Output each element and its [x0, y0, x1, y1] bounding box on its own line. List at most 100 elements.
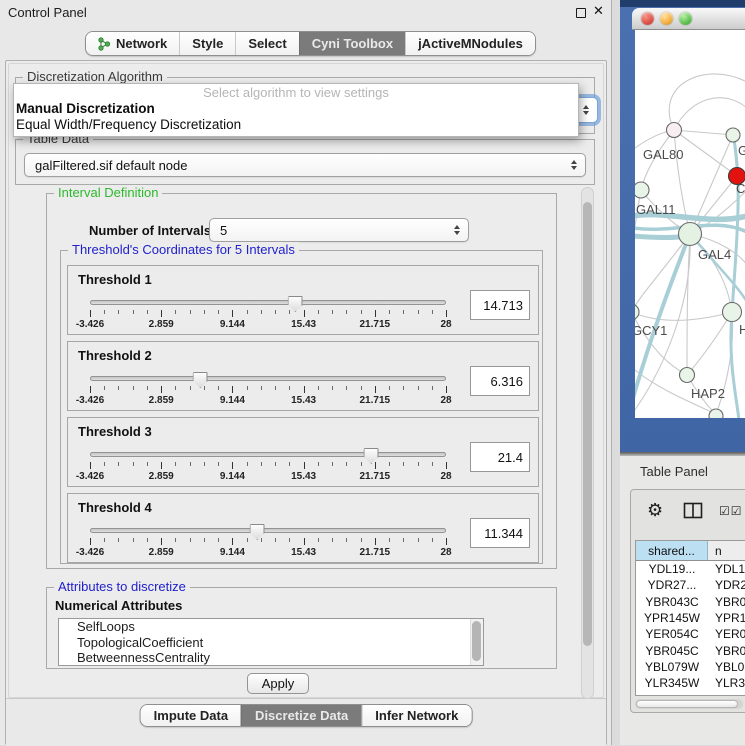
tab-cyni-toolbox[interactable]: Cyni Toolbox	[299, 32, 405, 55]
table-row[interactable]: YER054CYER0	[636, 626, 745, 642]
tab-network[interactable]: Network	[86, 32, 179, 55]
threshold-2-label: Threshold 2	[78, 348, 152, 363]
node-bottom-partial[interactable]	[709, 409, 723, 418]
table-row[interactable]: YLR345WYLR3	[636, 675, 745, 691]
cell[interactable]: YPR145W	[636, 610, 708, 626]
slider-tick-labels: -3.426 2.859 9.144 15.43 21.715 28	[90, 395, 446, 407]
node-gcy1[interactable]	[635, 304, 639, 320]
discretization-algorithm-label: Discretization Algorithm	[23, 69, 167, 84]
threshold-4-slider[interactable]: -3.426 2.859 9.144 15.43 21.715 28	[90, 522, 446, 562]
tab-jactivemnodules-label: jActiveMNodules	[418, 36, 523, 51]
cell[interactable]: YER0	[708, 626, 745, 642]
right-area: GAL80 G C GAL11 GAL4 GCY1 H HAP2 Table P…	[620, 0, 745, 745]
panel-scrollbar-thumb[interactable]	[583, 202, 592, 646]
tab-style-label: Style	[192, 36, 223, 51]
node-gal4[interactable]	[679, 223, 702, 246]
gear-icon[interactable]: ⚙	[647, 500, 663, 521]
table-row[interactable]: YBR045CYBR0	[636, 642, 745, 658]
cell[interactable]: YIL0	[708, 691, 745, 696]
tab-jactivemnodules[interactable]: jActiveMNodules	[405, 32, 535, 55]
thresholds-group-label: Threshold's Coordinates for 5 Intervals	[68, 242, 299, 257]
slider-track[interactable]	[90, 300, 446, 305]
threshold-1-box: Threshold 1 -3.426 2.859 9.144 15.43 21.…	[67, 265, 539, 335]
node-hap2[interactable]	[680, 368, 695, 383]
table-header-row: shared... n	[636, 541, 745, 561]
cell[interactable]: YBR043C	[636, 594, 708, 610]
cell[interactable]: YLR3	[708, 675, 745, 691]
threshold-4-label: Threshold 4	[78, 500, 152, 515]
cell[interactable]: YBR045C	[636, 642, 708, 658]
node-label-gal11: GAL11	[636, 202, 676, 217]
cell[interactable]: YER054C	[636, 626, 708, 642]
column-header-name[interactable]: n	[708, 541, 745, 560]
threshold-2-slider[interactable]: -3.426 2.859 9.144 15.43 21.715 28	[90, 370, 446, 410]
cell[interactable]: YIL052C	[636, 691, 708, 696]
table-row[interactable]: YPR145WYPR1	[636, 610, 745, 626]
close-traffic-light[interactable]	[641, 12, 654, 25]
cell[interactable]: YDR2	[708, 577, 745, 593]
threshold-1-value-field[interactable]	[470, 290, 530, 320]
float-window-icon[interactable]	[576, 8, 586, 18]
number-of-intervals-combobox[interactable]: 5	[209, 218, 469, 242]
slider-track[interactable]	[90, 376, 446, 381]
threshold-4-value-field[interactable]	[470, 518, 530, 548]
list-item-topologicalcoefficient[interactable]: TopologicalCoefficient	[59, 635, 483, 651]
threshold-3-slider[interactable]: -3.426 2.859 9.144 15.43 21.715 28	[90, 446, 446, 486]
minimize-traffic-light[interactable]	[660, 12, 673, 25]
panel-scrollbar[interactable]	[581, 187, 594, 699]
tab-infer-network[interactable]: Infer Network	[361, 705, 471, 726]
table-row[interactable]: YBL079WYBL0	[636, 659, 745, 675]
threshold-2-value-field[interactable]	[470, 366, 530, 396]
zoom-traffic-light[interactable]	[679, 12, 692, 25]
list-item-selfloops[interactable]: SelfLoops	[59, 619, 483, 635]
tab-discretize-data[interactable]: Discretize Data	[241, 705, 361, 726]
node-gal80[interactable]	[667, 123, 682, 138]
slider-track[interactable]	[90, 452, 446, 457]
tick-label: 9.144	[220, 395, 245, 406]
algorithm-option-equal-width[interactable]: Equal Width/Frequency Discretization	[14, 117, 578, 133]
cell[interactable]: YLR345W	[636, 675, 708, 691]
table-row[interactable]: YIL052CYIL0	[636, 691, 745, 696]
node-label-gal80: GAL80	[643, 147, 683, 162]
cell[interactable]: YDL1	[708, 561, 745, 577]
node-label-gal4: GAL4	[698, 247, 731, 262]
apply-button[interactable]: Apply	[247, 673, 309, 694]
node-gal11[interactable]	[635, 182, 649, 198]
table-row[interactable]: YDL19...YDL1	[636, 561, 745, 577]
table-horizontal-scrollbar-thumb[interactable]	[636, 700, 738, 708]
cell[interactable]: YPR1	[708, 610, 745, 626]
table-panel: Table Panel ⚙ ☑☑ shared... n YDL19...YDL…	[620, 456, 745, 745]
checkboxes-icon[interactable]: ☑☑	[719, 504, 743, 518]
list-scrollbar-thumb[interactable]	[472, 621, 481, 661]
table-row[interactable]: YDR27...YDR2	[636, 577, 745, 593]
slider-track[interactable]	[90, 528, 446, 533]
cell[interactable]: YDR27...	[636, 577, 708, 593]
cell[interactable]: YDL19...	[636, 561, 708, 577]
table-row[interactable]: YBR043CYBR0	[636, 594, 745, 610]
node-g[interactable]	[726, 128, 740, 142]
table-data-combobox[interactable]: galFiltered.sif default node	[24, 153, 586, 177]
tab-impute-data[interactable]: Impute Data	[141, 705, 241, 726]
close-icon[interactable]: ✕	[593, 3, 604, 19]
list-scrollbar[interactable]	[470, 619, 483, 665]
tab-style[interactable]: Style	[179, 32, 235, 55]
table-horizontal-scrollbar[interactable]	[635, 699, 743, 709]
cell[interactable]: YBL0	[708, 659, 745, 675]
tab-select-label: Select	[248, 36, 286, 51]
column-view-icon[interactable]	[683, 502, 703, 519]
network-window-titlebar[interactable]	[632, 8, 745, 30]
cell[interactable]: YBR0	[708, 642, 745, 658]
tab-select[interactable]: Select	[235, 32, 298, 55]
tick-label: 15.43	[291, 471, 316, 482]
threshold-3-value-field[interactable]	[470, 442, 530, 472]
cell[interactable]: YBL079W	[636, 659, 708, 675]
tick-label: 9.144	[220, 471, 245, 482]
cell[interactable]: YBR0	[708, 594, 745, 610]
node-h[interactable]	[723, 303, 742, 322]
network-view-canvas[interactable]: GAL80 G C GAL11 GAL4 GCY1 H HAP2	[635, 30, 745, 418]
algorithm-option-manual[interactable]: Manual Discretization	[14, 101, 578, 117]
list-item-betweennesscentrality[interactable]: BetweennessCentrality	[59, 650, 483, 666]
threshold-1-slider[interactable]: -3.426 2.859 9.144 15.43 21.715 28	[90, 294, 446, 334]
column-header-shared[interactable]: shared...	[636, 541, 708, 560]
slider-ticks	[90, 386, 446, 394]
